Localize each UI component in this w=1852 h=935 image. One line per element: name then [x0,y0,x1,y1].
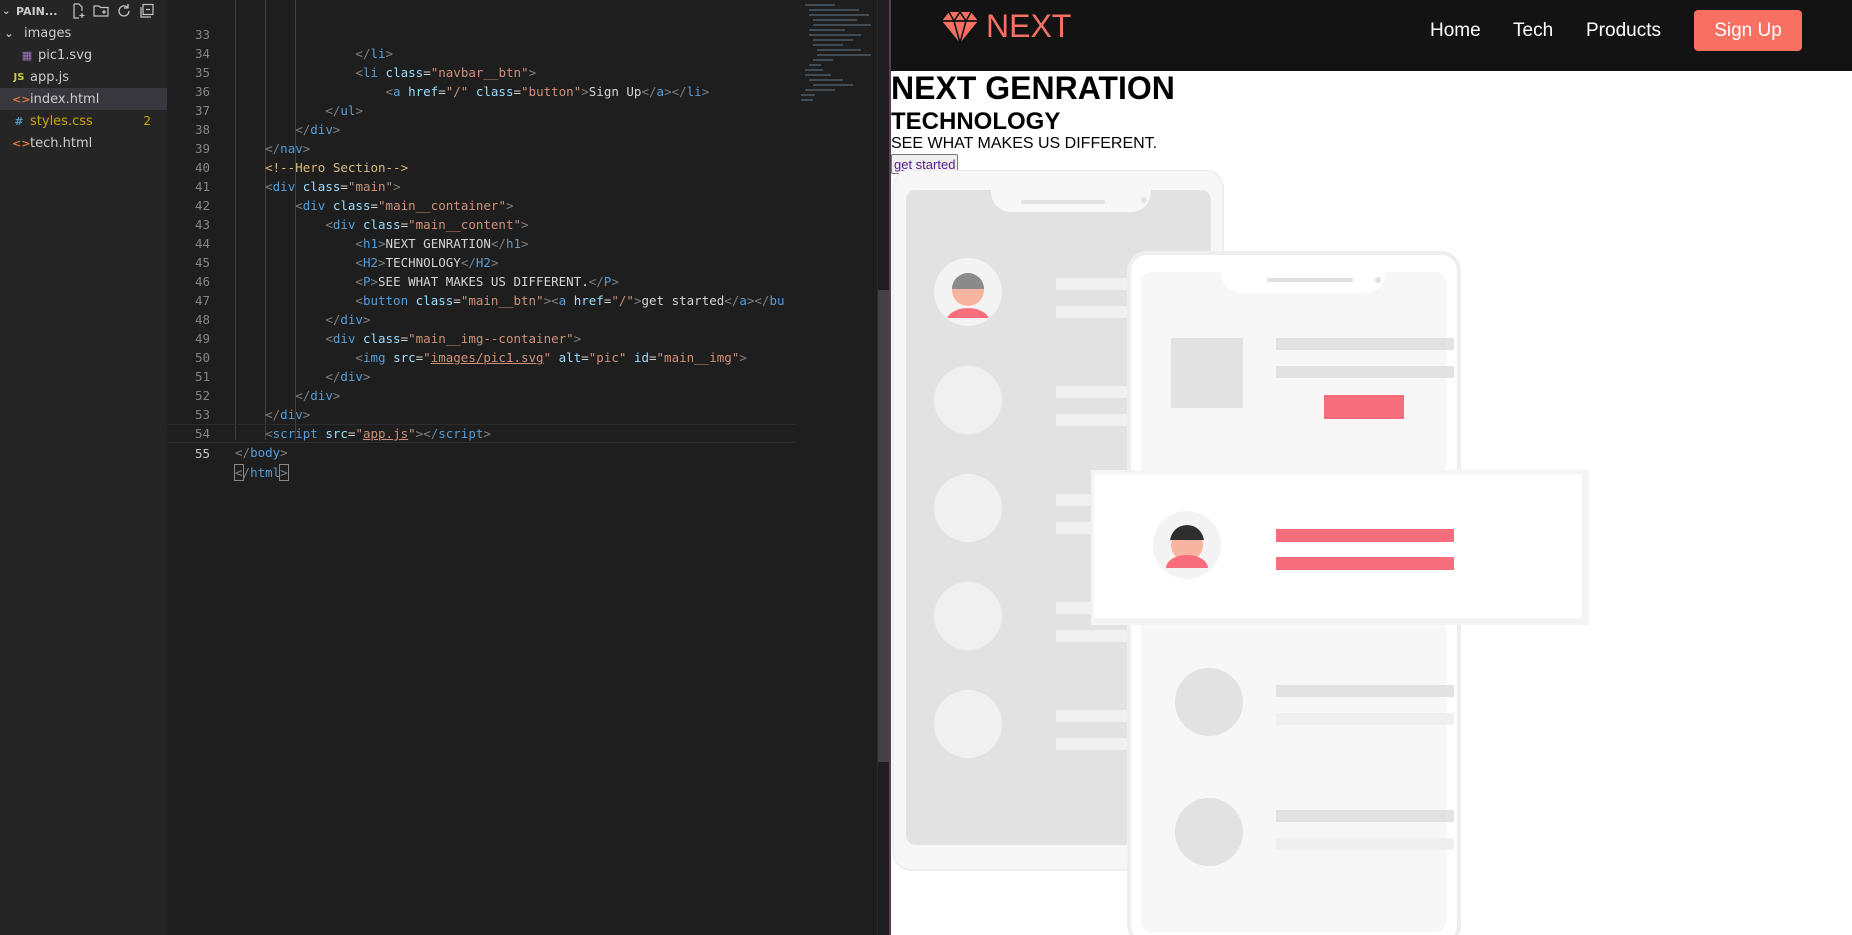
code-line[interactable]: 49 <img src="images/pic1.svg" alt="pic" … [167,310,795,365]
minimap[interactable] [795,0,877,935]
refresh-icon[interactable] [116,3,132,19]
code-line[interactable]: 39 <!--Hero Section--> [167,120,795,175]
hero-subheading: TECHNOLOGY [891,108,1061,135]
chevron-down-icon[interactable]: ⌄ [2,6,16,17]
tree-item-label: tech.html [30,135,93,151]
code-line[interactable]: 44 <H2>TECHNOLOGY</H2> [167,215,795,270]
workspace-title: PAIN... [16,4,58,18]
html-file-icon: <> [12,92,31,106]
code-line[interactable]: 52 </div> [167,367,795,422]
code-line[interactable]: 38 </nav> [167,101,795,156]
tree-item-styles-css[interactable]: # styles.css 2 [0,110,167,132]
explorer-sidebar: ⌄ PAIN... ⌄ images ▦ pic1.svg JS app.js … [0,0,167,935]
line-number: 55 [194,446,210,461]
code-line-current[interactable]: 55 </html> [167,424,795,481]
hero-tagline: SEE WHAT MAKES US DIFFERENT. [891,135,1158,152]
tree-item-app-js[interactable]: JS app.js [0,66,167,88]
navbar-logo[interactable]: NEXT [941,8,1071,45]
tree-item-label: styles.css [30,113,93,129]
svg-file-icon: ▦ [21,48,33,62]
code-line[interactable]: 43 <h1>NEXT GENRATION</h1> [167,196,795,251]
code-line[interactable]: 51 </div> [167,348,795,403]
code-line[interactable]: 48 <div class="main__img--container"> [167,291,795,346]
code-line[interactable]: 37 </div> [167,82,795,137]
logo-text: NEXT [986,8,1072,44]
nav-link-home[interactable]: Home [1430,20,1481,42]
tree-item-label: app.js [30,69,69,85]
code-text: </body> [235,445,288,460]
html-file-icon: <> [12,136,31,150]
tree-item-label: pic1.svg [38,47,93,63]
signup-button[interactable]: Sign Up [1694,10,1802,51]
code-line[interactable]: 35 <a href="/" class="button">Sign Up</a… [167,44,795,99]
code-text: </html> [234,464,289,481]
code-line[interactable]: 47 </div> [167,272,795,327]
code-line[interactable]: 45 <P>SEE WHAT MAKES US DIFFERENT.</P> [167,234,795,289]
nav-link-products[interactable]: Products [1586,20,1661,42]
collapse-all-icon[interactable] [139,3,155,19]
code-line[interactable]: 40 <div class="main"> [167,139,795,194]
tree-item-label: index.html [30,91,100,107]
code-line[interactable]: 36 </ul> [167,63,795,118]
browser-preview: NEXT Home Tech Products Sign Up NEXT GEN… [891,0,1852,935]
js-file-icon: JS [13,71,25,83]
code-line[interactable]: 42 <div class="main__content"> [167,177,795,232]
code-line[interactable]: 34 <li class="navbar__btn"> [167,25,795,80]
code-line[interactable]: 46 <button class="main__btn"><a href="/"… [167,253,795,308]
new-file-icon[interactable] [70,3,86,19]
gem-icon [942,10,978,44]
tree-item-images-folder[interactable]: ⌄ images [0,22,167,44]
navbar: NEXT Home Tech Products Sign Up [891,0,1852,71]
css-file-icon: # [14,114,24,128]
code-line[interactable]: 41 <div class="main__container"> [167,158,795,213]
tree-item-index-html[interactable]: <> index.html [0,88,167,110]
explorer-header[interactable]: ⌄ PAIN... [0,0,167,22]
chevron-down-icon: ⌄ [4,26,14,40]
tree-item-label: images [24,25,72,41]
code-line[interactable]: 50 </div> [167,329,795,384]
tree-item-pic1-svg[interactable]: ▦ pic1.svg [0,44,167,66]
tree-item-tech-html[interactable]: <> tech.html [0,132,167,154]
hero-heading: NEXT GENRATION [891,70,1175,106]
new-folder-icon[interactable] [93,3,109,19]
code-editor[interactable]: 33 </li> 34 <li class="navbar__btn"> 35 … [167,0,795,935]
code-line[interactable]: 33 </li> [167,6,795,61]
code-line[interactable]: 53 <script src="app.js"></script> [167,386,795,441]
nav-link-tech[interactable]: Tech [1513,20,1553,42]
problems-badge: 2 [143,114,151,128]
code-line[interactable]: 54 </body> [167,405,795,460]
hero-illustration [892,170,1589,935]
